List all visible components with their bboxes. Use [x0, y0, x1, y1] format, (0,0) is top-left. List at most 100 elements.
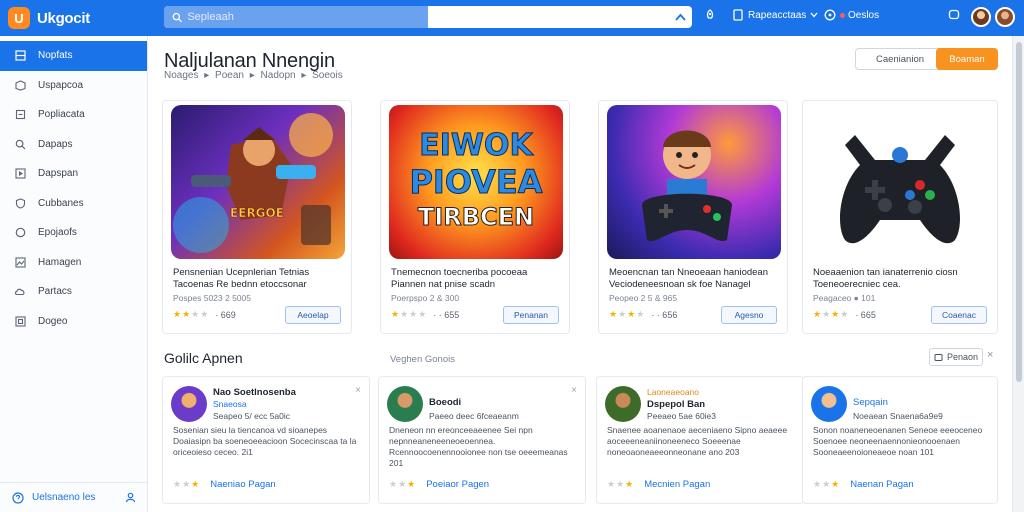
sidebar-item-label: Partacs — [38, 286, 72, 298]
game-meta: Peagaceo ● 101 — [813, 293, 876, 303]
title-illustration: EIWOK PIOVEA TIRBCEN — [409, 128, 543, 232]
top-bar: U Ukgocit Rapeacctaas Oeslos — [0, 0, 1024, 36]
chat-icon[interactable] — [948, 9, 960, 21]
profile-link[interactable]: Naenan Pagan — [850, 479, 913, 490]
top-menu-oeslos[interactable]: Oeslos — [824, 9, 879, 21]
sidebar-item-uspapcoa[interactable]: Uspapcoa — [0, 71, 147, 101]
shield-icon — [14, 197, 26, 209]
profile-footer: ★★★ Naenan Pagan — [813, 479, 914, 490]
sidebar-item-dogeo[interactable]: Dogeo — [0, 307, 147, 337]
dashboard-icon — [14, 50, 26, 62]
game-card[interactable]: EERGOE Pensnenian Ucepnlerian Tetnias Ta… — [162, 100, 352, 334]
profile-avatar — [811, 386, 847, 422]
game-title: Tnemecnon toecneriba pocoeaa Piannen nat… — [391, 267, 528, 290]
profile-link[interactable]: Mecnien Pagan — [644, 479, 710, 490]
game-rating: ★★★★ · · 655 — [391, 309, 459, 320]
profile-link[interactable]: Poeiaor Pagen — [426, 479, 489, 490]
profile-role: Laoneaeoano — [647, 387, 700, 397]
sidebar-item-nopfats[interactable]: Nopfats — [0, 41, 147, 71]
profile-description: Dneneon nn ereonceeaeenee Sei npn nepnne… — [389, 425, 568, 468]
profile-card[interactable]: Nao Soetlnosenba Snaeosa Seapeo 5/ ecc 5… — [162, 376, 370, 504]
logo-icon: U — [8, 7, 30, 29]
profile-meta: Noeaean Snaena6a9e9 — [853, 411, 943, 421]
game-cover-image — [815, 105, 989, 259]
scrollbar-thumb[interactable] — [1016, 42, 1022, 382]
search-bar[interactable] — [164, 6, 692, 28]
app-logo[interactable]: U Ukgocit — [0, 7, 148, 29]
close-icon[interactable]: × — [987, 349, 993, 361]
profile-avatar — [387, 386, 423, 422]
rating-value: · 665 — [855, 309, 876, 320]
star-rating-icon: ★★★ — [607, 479, 635, 489]
sidebar-item-cubbanes[interactable]: Cubbanes — [0, 189, 147, 219]
profile-card[interactable]: Sepqain Noeaean Snaena6a9e9 Sonon noanen… — [802, 376, 998, 504]
game-cover-image: EIWOK PIOVEA TIRBCEN — [389, 105, 563, 259]
profile-footer: ★★★ Mecnien Pagan — [607, 479, 710, 490]
sidebar-item-epojaofs[interactable]: Epojaofs — [0, 218, 147, 248]
user-icon[interactable] — [125, 492, 136, 503]
game-action-button[interactable]: Aeoelap — [285, 306, 341, 324]
game-art-title: EERGOE — [230, 206, 284, 220]
sidebar-footer[interactable]: Uelsnaeno les — [0, 482, 148, 512]
search-input[interactable] — [187, 11, 428, 23]
profile-role: Snaeosa — [213, 399, 247, 409]
section-button-label: Penaon — [946, 352, 979, 362]
sidebar-item-label: Dogeo — [38, 315, 68, 327]
search-icon — [14, 138, 26, 150]
star-rating-icon: ★★★★ — [391, 309, 428, 319]
gallery-icon — [14, 315, 26, 327]
sidebar-item-label: Nopfats — [38, 50, 73, 62]
profile-name: Dspepol Ban — [647, 399, 706, 410]
app-name: Ukgocit — [37, 9, 90, 27]
star-rating-icon: ★★★★ — [609, 309, 646, 319]
section-action-button[interactable]: Penaon — [929, 348, 983, 366]
sidebar-item-label: Dapspan — [38, 168, 79, 180]
game-card[interactable]: Noeaaenion tan ianaterrenio ciosn Toeneo… — [802, 100, 998, 334]
profile-link[interactable]: Naeniao Pagan — [210, 479, 276, 490]
sidebar-item-partacs[interactable]: Partacs — [0, 277, 147, 307]
close-icon[interactable]: × — [355, 385, 361, 396]
game-card[interactable]: EIWOK PIOVEA TIRBCEN Tnemecnon toecnerib… — [380, 100, 570, 334]
rating-value: · 669 — [215, 309, 236, 320]
game-card[interactable]: Meoencnan tan Nneoeaan haniodean Veciode… — [598, 100, 788, 334]
primary-action-button[interactable]: Boaman — [936, 48, 998, 70]
profile-card[interactable]: Boeodi Paeeo deec 6fceaeanm Dneneon nn e… — [378, 376, 586, 504]
chevron-up-icon[interactable] — [675, 13, 686, 21]
sidebar-item-hamagen[interactable]: Hamagen — [0, 248, 147, 278]
game-action-button[interactable]: Penanan — [503, 306, 559, 324]
profile-footer: ★★★ Naeniao Pagan — [173, 479, 276, 490]
game-meta: Poerpspo 2 & 300 — [391, 293, 460, 303]
chevron-down-icon — [810, 12, 818, 18]
game-title: Pensnenian Ucepnlerian Tetnias Tacoenas … — [173, 267, 310, 290]
user-avatar-1[interactable] — [971, 7, 991, 27]
avatar — [971, 7, 991, 27]
rocket-icon[interactable] — [704, 9, 716, 21]
profile-description: Snaenee aoanenaoe aeceniaeno Sipno aeaee… — [607, 425, 788, 457]
sidebar-item-dapspan[interactable]: Dapspan — [0, 159, 147, 189]
game-rating: ★★★★ · 669 — [173, 309, 236, 320]
section-subtitle: Veghen Gonois — [390, 354, 455, 365]
profile-description: Sosenian sieu la tiencanoa vd sioanepes … — [173, 425, 357, 457]
game-action-button[interactable]: Coaenac — [931, 306, 987, 324]
profile-footer: ★★★ Poeiaor Pagen — [389, 479, 489, 490]
game-art-title: TIRBCEN — [418, 203, 534, 231]
search-icon — [172, 12, 182, 22]
game-rating: ★★★★ · 665 — [813, 309, 876, 320]
breadcrumb[interactable]: Noages ▸ Poean ▸ Nadopn ▸ Soeois — [164, 70, 343, 81]
profile-card[interactable]: Laoneaeoano Dspepol Ban Peeaeo 5ae 60ie3… — [596, 376, 804, 504]
sidebar: Nopfats Uspapcoa Popliacata Dapaps Dapsp… — [0, 36, 148, 512]
top-menu-label: Oeslos — [848, 9, 880, 21]
user-avatar-2[interactable] — [995, 7, 1015, 27]
box-icon — [14, 79, 26, 91]
top-menu-rapeacctaas[interactable]: Rapeacctaas — [733, 9, 818, 21]
sidebar-item-popliacata[interactable]: Popliacata — [0, 100, 147, 130]
vertical-scrollbar[interactable] — [1012, 36, 1024, 512]
star-rating-icon: ★★★ — [813, 479, 841, 489]
game-action-button[interactable]: Agesno — [721, 306, 777, 324]
game-title: Noeaaenion tan ianaterrenio ciosn Toeneo… — [813, 267, 958, 290]
secondary-action-button[interactable]: Caenianion — [855, 48, 945, 70]
help-icon — [824, 9, 836, 21]
sidebar-item-dapaps[interactable]: Dapaps — [0, 130, 147, 160]
square-icon — [14, 109, 26, 121]
close-icon[interactable]: × — [571, 385, 577, 396]
